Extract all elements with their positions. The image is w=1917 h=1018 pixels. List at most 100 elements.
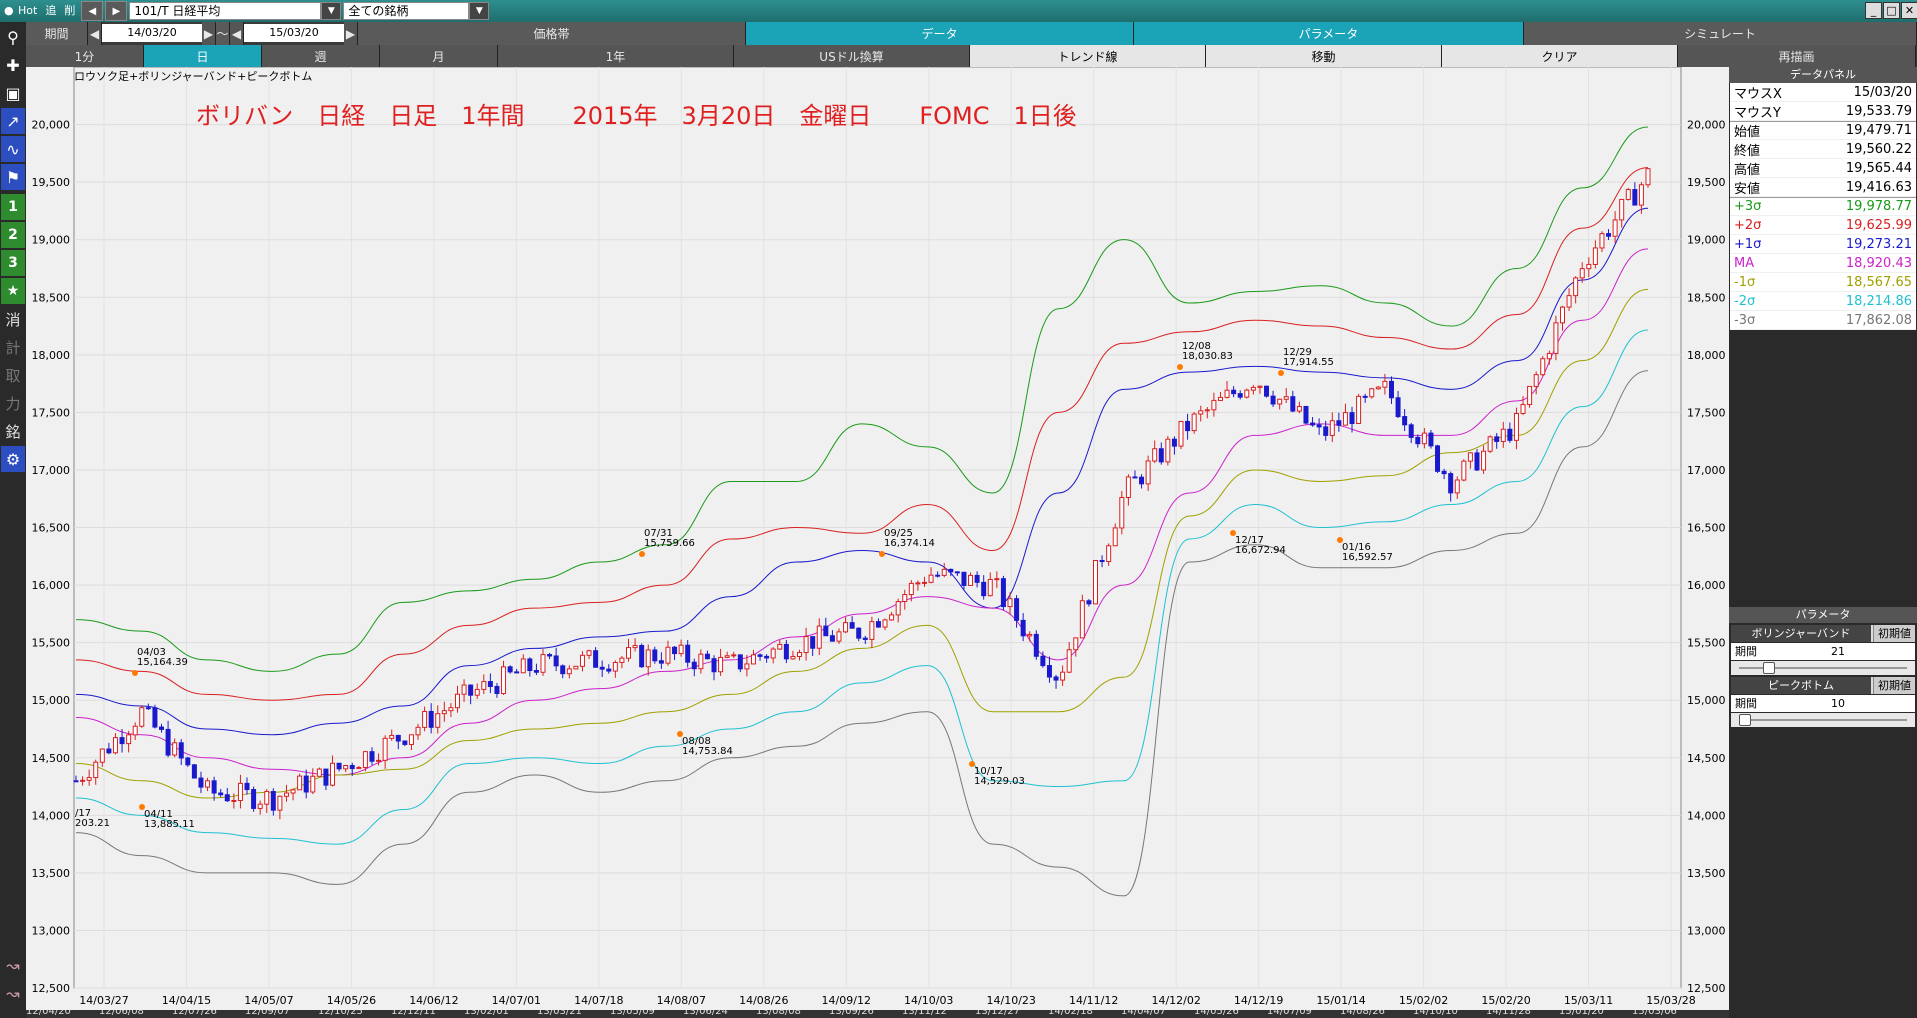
data-panel-row: -3σ 17,862.08 bbox=[1730, 311, 1916, 330]
mini-chart-2-icon[interactable]: ↝ bbox=[1, 980, 25, 1006]
interval-1min[interactable]: 1分 bbox=[26, 45, 144, 67]
overview-tick-label: 12/09/07 bbox=[245, 1010, 290, 1017]
candle-body bbox=[336, 762, 342, 770]
candle-body bbox=[823, 625, 829, 637]
interval-1year[interactable]: 1年 bbox=[498, 45, 734, 67]
y-tick-label-left: 18,500 bbox=[32, 291, 71, 304]
interval-month[interactable]: 月 bbox=[380, 45, 498, 67]
overview-strip[interactable]: 12/04/20 12/06/08 12/07/26 12/09/07 12/10/25… bbox=[26, 1010, 1729, 1018]
preset-2-icon[interactable]: 2 bbox=[1, 222, 25, 248]
candle-body bbox=[928, 574, 934, 583]
end-prev-icon[interactable]: ◀ bbox=[230, 22, 244, 45]
candle-body bbox=[1586, 263, 1592, 270]
candle-body bbox=[106, 748, 112, 754]
tab-parameters[interactable]: パラメータ bbox=[1134, 22, 1524, 45]
y-tick-label-right: 13,000 bbox=[1687, 924, 1726, 937]
minimize-icon[interactable]: _ bbox=[1865, 2, 1882, 19]
y-tick-label-left: 16,500 bbox=[32, 522, 71, 535]
candle-body bbox=[941, 568, 947, 576]
crosshair-icon[interactable]: ✚ bbox=[1, 52, 25, 78]
candle-body bbox=[356, 766, 362, 770]
peakbottom-period-value[interactable]: 10 bbox=[1831, 695, 1845, 712]
force-icon[interactable]: 力 bbox=[1, 390, 25, 416]
candle-body bbox=[882, 619, 888, 628]
search-icon[interactable]: ⚲ bbox=[1, 24, 25, 50]
gear-icon[interactable]: ⚙ bbox=[1, 446, 25, 472]
flag-icon[interactable]: ⚑ bbox=[1, 164, 25, 190]
delete-button[interactable]: 削 bbox=[60, 1, 79, 21]
add-button[interactable]: 追 bbox=[41, 1, 60, 21]
chart-area[interactable]: 04/03 15,164.39 04/11 13,885.11 07/31 15,759.… bbox=[26, 67, 1729, 1018]
candle-body bbox=[1415, 436, 1421, 445]
symbol-dropdown-icon[interactable]: ▼ bbox=[321, 2, 342, 20]
peakbottom-period-row: 期間 10 bbox=[1731, 695, 1915, 712]
data-panel-value: 18,920.43 bbox=[1845, 255, 1912, 271]
start-next-icon[interactable]: ▶ bbox=[202, 22, 216, 45]
chart-annotation: ボリバン 日経 日足 1年間 2015年 3月20日 金曜日 FOMC 1日後 bbox=[196, 102, 1077, 130]
candle-body bbox=[1553, 322, 1559, 354]
peakbottom-slider-thumb[interactable] bbox=[1739, 714, 1751, 726]
candle-body bbox=[185, 757, 191, 766]
wave-chart-icon[interactable]: ∿ bbox=[1, 136, 25, 162]
bollinger-period-value[interactable]: 21 bbox=[1831, 643, 1845, 660]
start-date-field[interactable]: 14/03/20 bbox=[102, 24, 202, 42]
erase-icon[interactable]: 消 bbox=[1, 306, 25, 332]
candle-body bbox=[540, 654, 546, 673]
bollinger-reset-button[interactable]: 初期値 bbox=[1873, 625, 1915, 642]
clear-button[interactable]: クリア bbox=[1442, 45, 1678, 67]
stock-icon[interactable]: 銘 bbox=[1, 418, 25, 444]
chart-svg[interactable]: 04/0315,164.3904/1113,885.1107/3115,759.… bbox=[26, 67, 1729, 1010]
y-tick-label-right: 14,000 bbox=[1687, 809, 1726, 822]
peak-dot bbox=[1177, 364, 1183, 370]
close-icon[interactable]: ✕ bbox=[1901, 2, 1917, 19]
preset-1-icon[interactable]: 1 bbox=[1, 194, 25, 220]
candle-body bbox=[718, 656, 724, 673]
tab-price-band[interactable]: 価格帯 bbox=[358, 22, 746, 45]
interval-week[interactable]: 週 bbox=[262, 45, 380, 67]
star-icon[interactable]: ★ bbox=[1, 278, 25, 304]
tab-simulate[interactable]: シミュレート bbox=[1524, 22, 1917, 45]
universe-dropdown-icon[interactable]: ▼ bbox=[469, 2, 490, 20]
y-tick-label-right: 16,000 bbox=[1687, 579, 1726, 592]
hot-button[interactable]: Hot bbox=[14, 1, 41, 21]
peakbottom-period-slider[interactable] bbox=[1731, 713, 1915, 727]
bollinger-period-slider[interactable] bbox=[1731, 661, 1915, 675]
preset-3-icon[interactable]: 3 bbox=[1, 250, 25, 276]
end-next-icon[interactable]: ▶ bbox=[344, 22, 358, 45]
candle-body bbox=[1132, 476, 1138, 479]
peakbottom-reset-button[interactable]: 初期値 bbox=[1873, 677, 1915, 694]
move-button[interactable]: 移動 bbox=[1206, 45, 1442, 67]
candle-body bbox=[264, 791, 270, 805]
universe-field[interactable]: 全ての銘柄 bbox=[343, 2, 470, 20]
take-icon[interactable]: 取 bbox=[1, 362, 25, 388]
candle-body bbox=[422, 710, 428, 728]
candle-body bbox=[902, 594, 908, 603]
redraw-button[interactable]: 再描画 bbox=[1678, 45, 1916, 67]
next-symbol-button[interactable]: ▶ bbox=[105, 1, 128, 21]
calc-icon[interactable]: 計 bbox=[1, 334, 25, 360]
tab-data[interactable]: データ bbox=[746, 22, 1134, 45]
candle-body bbox=[1632, 189, 1638, 206]
mini-chart-icon[interactable]: ↝ bbox=[1, 952, 25, 978]
overview-tick-label: 12/12/11 bbox=[391, 1010, 436, 1017]
overview-tick-label: 12/06/08 bbox=[99, 1010, 144, 1017]
candle-body bbox=[987, 578, 993, 597]
candle-body bbox=[244, 782, 250, 791]
symbol-field[interactable]: 101/T 日経平均 bbox=[129, 2, 322, 20]
maximize-icon[interactable]: □ bbox=[1883, 2, 1900, 19]
candle-body bbox=[612, 661, 618, 672]
interval-day[interactable]: 日 bbox=[144, 45, 262, 67]
end-date-field[interactable]: 15/03/20 bbox=[244, 24, 344, 42]
tilde-label: ～ bbox=[216, 22, 230, 45]
bollinger-slider-thumb[interactable] bbox=[1763, 662, 1775, 674]
usd-convert-button[interactable]: USドル換算 bbox=[734, 45, 970, 67]
candle-body bbox=[764, 655, 770, 659]
candle-body bbox=[1625, 189, 1631, 200]
candle-body bbox=[303, 775, 309, 793]
line-chart-icon[interactable]: ↗ bbox=[1, 108, 25, 134]
start-prev-icon[interactable]: ◀ bbox=[88, 22, 102, 45]
candle-body bbox=[1546, 352, 1552, 360]
prev-symbol-button[interactable]: ◀ bbox=[81, 1, 104, 21]
trendline-button[interactable]: トレンド線 bbox=[970, 45, 1206, 67]
camera-icon[interactable]: ▣ bbox=[1, 80, 25, 106]
